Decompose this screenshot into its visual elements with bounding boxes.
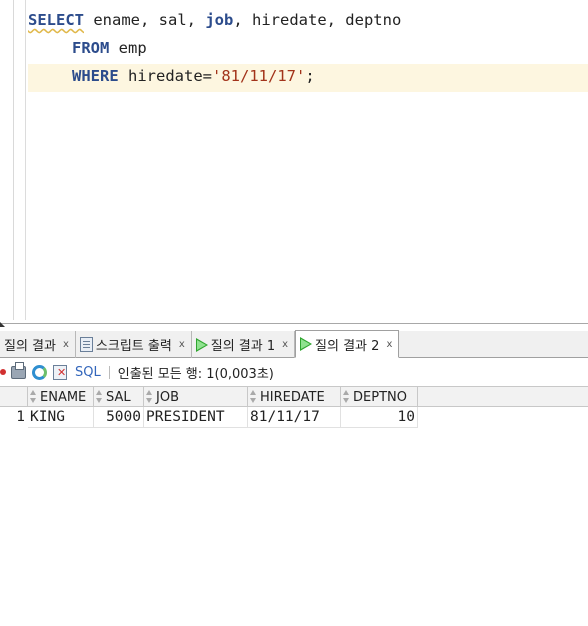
code-line-1[interactable]: SELECT ename, sal, job, hiredate, deptno [28,8,588,36]
column-label: HIREDATE [260,389,325,405]
results-grid[interactable]: ENAME SAL JOB HIREDATE DEPTNO 1 KING 500… [0,386,588,428]
keyword-from: FROM [72,39,110,57]
table-row[interactable]: 1 KING 5000 PRESIDENT 81/11/17 10 [0,407,588,428]
code-text: ; [305,67,315,85]
sort-icon[interactable] [146,390,153,404]
sort-icon[interactable] [30,390,37,404]
script-doc-icon [79,337,93,352]
tab-label: 질의 결과 2 [315,338,380,354]
cell-job[interactable]: PRESIDENT [144,407,248,428]
column-label: DEPTNO [353,389,407,405]
editor-gutter-line [13,0,14,320]
tab-label: 질의 결과 1 [210,339,276,354]
pin-icon[interactable] [0,369,6,375]
cell-hiredate[interactable]: 81/11/17 [248,407,341,428]
cell-deptno[interactable]: 10 [341,407,418,428]
sort-icon[interactable] [343,390,350,404]
code-text: , hiredate, deptno [233,11,402,29]
tab-query-result[interactable]: 질의 결과 x [0,331,76,358]
results-tab-bar: 질의 결과 x 스크립트 출력 x 질의 결과 1 x 질의 결과 2 x [0,330,588,358]
column-label: SAL [106,389,131,405]
run-icon [195,337,208,352]
code-area[interactable]: SELECT ename, sal, job, hiredate, deptno… [28,8,588,92]
print-icon[interactable] [11,361,26,379]
column-header-deptno[interactable]: DEPTNO [341,387,418,407]
close-icon[interactable]: x [179,339,185,350]
column-header-sal[interactable]: SAL [94,387,144,407]
close-icon[interactable]: x [386,339,392,350]
row-number-header [0,387,28,407]
run-icon [300,337,313,351]
keyword-job: job [205,11,234,29]
column-label: ENAME [40,389,87,405]
column-header-ename[interactable]: ENAME [28,387,94,407]
toolbar-divider [108,365,110,379]
code-line-3[interactable]: WHERE hiredate='81/11/17'; [28,64,588,92]
splitter[interactable] [0,323,588,324]
fetch-status: 인출된 모든 행: 1(0,003초) [117,366,274,382]
code-text: hiredate= [118,67,212,85]
grid-header: ENAME SAL JOB HIREDATE DEPTNO [0,386,588,407]
keyword-where: WHERE [72,67,119,85]
column-label: JOB [156,389,179,405]
sort-icon[interactable] [250,390,257,404]
sql-button[interactable]: SQL [75,365,101,380]
keyword-select: SELECT [28,11,84,29]
code-line-2[interactable]: FROM emp [28,36,588,64]
clear-icon[interactable] [53,364,67,380]
tab-label: 질의 결과 [4,339,56,354]
tab-script-output[interactable]: 스크립트 출력 x [76,331,192,358]
row-number: 1 [16,409,25,425]
tab-query-result-1[interactable]: 질의 결과 1 x [192,331,296,358]
close-icon[interactable]: x [63,339,69,350]
tab-label: 스크립트 출력 [95,339,172,354]
code-text: ename, sal, [84,11,206,29]
column-header-hiredate[interactable]: HIREDATE [248,387,341,407]
editor-margin-line [25,0,26,320]
cell-sal[interactable]: 5000 [94,407,144,428]
refresh-icon[interactable] [32,364,47,380]
sql-editor[interactable]: SELECT ename, sal, job, hiredate, deptno… [0,0,588,324]
sort-icon[interactable] [96,390,103,404]
column-header-job[interactable]: JOB [144,387,248,407]
tab-query-result-2[interactable]: 질의 결과 2 x [295,330,400,358]
close-icon[interactable]: x [282,339,288,350]
collapse-arrow-icon[interactable] [0,322,5,327]
results-toolbar: SQL 인출된 모든 행: 1(0,003초) [0,359,588,385]
string-literal: '81/11/17' [212,67,306,85]
code-text: emp [109,39,147,57]
cell-ename[interactable]: KING [28,407,94,428]
